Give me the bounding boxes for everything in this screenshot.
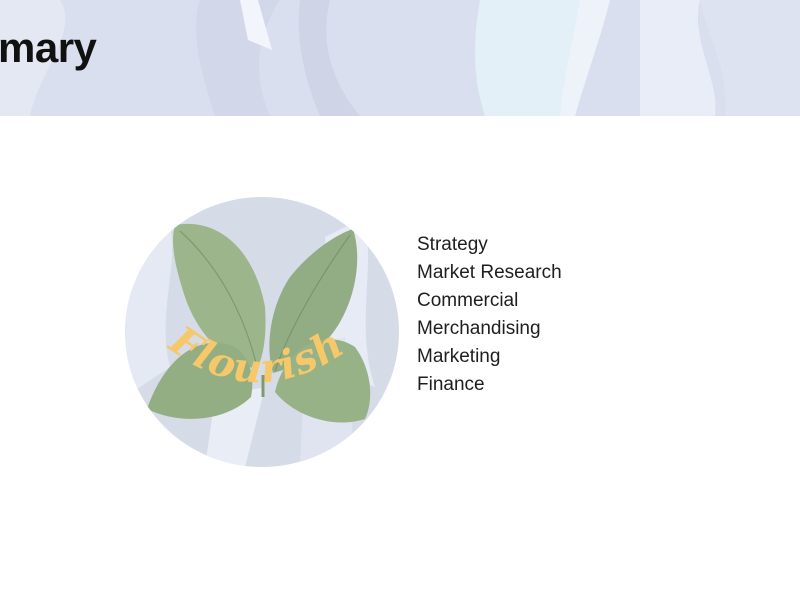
slide-page: mary Flourish Strategy Market Research C… <box>0 0 800 600</box>
list-item: Market Research <box>417 262 562 283</box>
flourish-logo: Flourish <box>125 197 399 467</box>
list-item: Merchandising <box>417 318 541 339</box>
list-item: Strategy <box>417 234 488 255</box>
function-list: Strategy Market Research Commercial Merc… <box>417 231 562 399</box>
banner-pattern <box>0 0 800 116</box>
list-item: Commercial <box>417 290 519 311</box>
page-title: mary <box>0 24 97 71</box>
header-banner: mary <box>0 0 800 116</box>
list-item: Finance <box>417 374 485 395</box>
list-item: Marketing <box>417 346 501 367</box>
